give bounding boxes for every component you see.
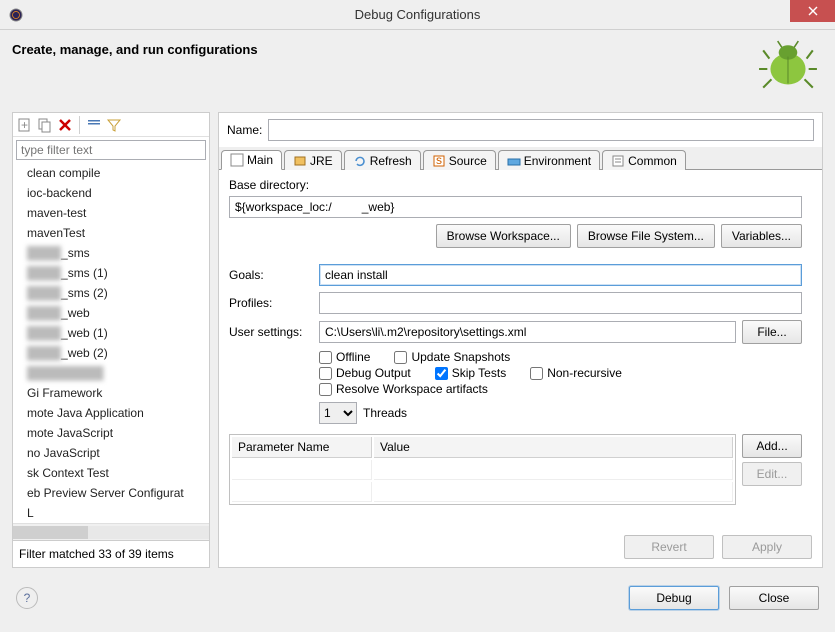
base-directory-input[interactable] [229, 196, 802, 218]
offline-checkbox[interactable]: Offline [319, 350, 370, 364]
list-item[interactable]: no JavaScript [13, 443, 209, 463]
name-label: Name: [227, 123, 262, 137]
list-item[interactable]: mavenTest [13, 223, 209, 243]
list-item[interactable]: ████_sms (2) [13, 283, 209, 303]
close-window-button[interactable] [790, 0, 835, 22]
list-item[interactable]: Gi Framework [13, 383, 209, 403]
tab-main[interactable]: Main [221, 150, 282, 170]
filter-icon[interactable] [106, 117, 122, 133]
eclipse-icon [8, 7, 24, 23]
non-recursive-checkbox[interactable]: Non-recursive [530, 366, 622, 380]
revert-button[interactable]: Revert [624, 535, 714, 559]
main-area: + clean compile ioc-backend maven-test m… [0, 108, 835, 576]
skip-tests-checkbox[interactable]: Skip Tests [435, 366, 506, 380]
parameter-table[interactable]: Parameter Name Value [229, 434, 736, 505]
list-item[interactable]: mote JavaScript [13, 423, 209, 443]
list-item[interactable]: eb Preview Server Configurat [13, 483, 209, 503]
list-item[interactable]: sk Context Test [13, 463, 209, 483]
col-value: Value [374, 437, 733, 458]
collapse-all-icon[interactable] [86, 117, 102, 133]
close-button[interactable]: Close [729, 586, 819, 610]
window-title: Debug Configurations [355, 7, 481, 22]
add-param-button[interactable]: Add... [742, 434, 802, 458]
user-settings-label: User settings: [229, 325, 313, 339]
list-item[interactable]: mote Java Application [13, 403, 209, 423]
config-toolbar: + [13, 113, 209, 137]
apply-button[interactable]: Apply [722, 535, 812, 559]
dialog-header: Create, manage, and run configurations [0, 30, 835, 108]
tab-common[interactable]: Common [602, 150, 686, 170]
base-directory-label: Base directory: [229, 178, 802, 192]
tab-environment[interactable]: Environment [498, 150, 600, 170]
title-bar: Debug Configurations [0, 0, 835, 30]
table-row [232, 482, 733, 502]
goals-input[interactable] [319, 264, 802, 286]
goals-label: Goals: [229, 268, 313, 282]
file-button[interactable]: File... [742, 320, 802, 344]
dialog-footer: ? Debug Close [0, 576, 835, 624]
col-parameter-name: Parameter Name [232, 437, 372, 458]
profiles-input[interactable] [319, 292, 802, 314]
resolve-workspace-checkbox[interactable]: Resolve Workspace artifacts [319, 382, 488, 396]
configuration-list[interactable]: clean compile ioc-backend maven-test mav… [13, 163, 209, 523]
tab-source[interactable]: sSource [423, 150, 496, 170]
update-snapshots-checkbox[interactable]: Update Snapshots [394, 350, 510, 364]
browse-workspace-button[interactable]: Browse Workspace... [436, 224, 571, 248]
threads-select[interactable]: 1 [319, 402, 357, 424]
list-item[interactable]: ████_sms (1) [13, 263, 209, 283]
list-item[interactable]: clean compile [13, 163, 209, 183]
help-icon[interactable]: ? [16, 587, 38, 609]
list-item[interactable]: ████_web (1) [13, 323, 209, 343]
parameter-table-area: Parameter Name Value Add... Edit... [229, 434, 802, 505]
tab-body-main: Base directory: Browse Workspace... Brow… [219, 170, 822, 527]
list-item[interactable]: ████_web [13, 303, 209, 323]
duplicate-config-icon[interactable] [37, 117, 53, 133]
svg-text:s: s [436, 154, 442, 167]
list-item[interactable]: ████_web (2) [13, 343, 209, 363]
header-text: Create, manage, and run configurations [12, 42, 258, 108]
profiles-label: Profiles: [229, 296, 313, 310]
debug-output-checkbox[interactable]: Debug Output [319, 366, 411, 380]
filter-status-text: Filter matched 33 of 39 items [13, 540, 209, 567]
table-row [232, 460, 733, 480]
svg-text:+: + [21, 118, 28, 132]
list-item[interactable]: █████████ [13, 363, 209, 383]
name-input[interactable] [268, 119, 814, 141]
toolbar-separator [79, 116, 80, 134]
debug-button[interactable]: Debug [629, 586, 719, 610]
left-panel: + clean compile ioc-backend maven-test m… [12, 112, 210, 568]
tab-refresh[interactable]: Refresh [344, 150, 421, 170]
config-footer: Revert Apply [219, 527, 822, 567]
right-panel: Name: Main JRE Refresh sSource Environme… [218, 112, 823, 568]
tab-strip: Main JRE Refresh sSource Environment Com… [219, 147, 822, 170]
user-settings-input[interactable] [319, 321, 736, 343]
list-item[interactable]: ████_sms [13, 243, 209, 263]
filter-input[interactable] [16, 140, 206, 160]
list-item[interactable]: L [13, 503, 209, 523]
debug-bug-icon [757, 38, 819, 93]
edit-param-button[interactable]: Edit... [742, 462, 802, 486]
list-item[interactable]: ioc-backend [13, 183, 209, 203]
new-config-icon[interactable]: + [17, 117, 33, 133]
delete-config-icon[interactable] [57, 117, 73, 133]
list-item[interactable]: maven-test [13, 203, 209, 223]
name-row: Name: [219, 113, 822, 147]
variables-button[interactable]: Variables... [721, 224, 802, 248]
horizontal-scrollbar[interactable] [13, 523, 209, 540]
threads-label: Threads [363, 406, 407, 420]
browse-filesystem-button[interactable]: Browse File System... [577, 224, 715, 248]
tab-jre[interactable]: JRE [284, 150, 342, 170]
